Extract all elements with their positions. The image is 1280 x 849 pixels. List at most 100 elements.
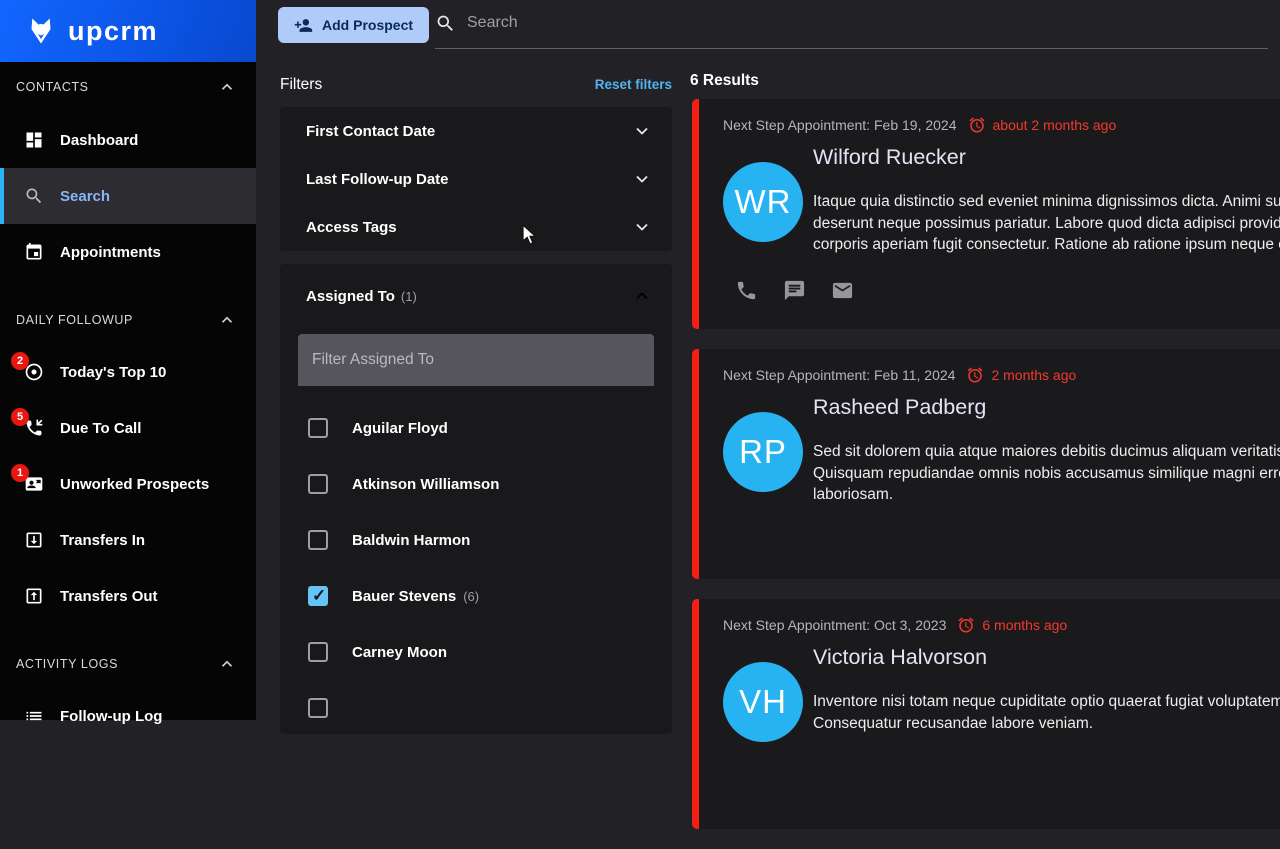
alarm-icon xyxy=(966,366,984,384)
assigned-option-atkinson-williamson[interactable]: Atkinson Williamson xyxy=(280,456,672,512)
sidebar-item-transfers-out[interactable]: Transfers Out xyxy=(0,568,256,624)
phone-icon xyxy=(735,279,758,302)
filter-accordion-first-contact-date[interactable]: First Contact Date xyxy=(280,107,672,155)
email-icon[interactable] xyxy=(831,279,854,302)
sidebar-item-transfers-in[interactable]: Transfers In xyxy=(0,512,256,568)
option-name: Baldwin Harmon xyxy=(352,532,470,549)
alarm-icon xyxy=(957,616,975,634)
sidebar-item-label: Transfers In xyxy=(60,532,145,549)
search-icon xyxy=(24,186,44,206)
assigned-option-baldwin-harmon[interactable]: Baldwin Harmon xyxy=(280,512,672,568)
brand-header: upcrm xyxy=(0,0,256,62)
accordion-label: Last Follow-up Date xyxy=(306,171,632,188)
prospect-notes: Sed sit dolorem quia atque maiores debit… xyxy=(813,441,1280,506)
checkbox[interactable] xyxy=(308,474,328,494)
prospect-notes: Inventore nisi totam neque cupiditate op… xyxy=(813,691,1280,734)
dashboard-icon xyxy=(24,130,44,150)
next-step-appointment: Next Step Appointment: Oct 3, 2023 xyxy=(723,617,946,633)
alarm-icon xyxy=(968,116,986,134)
chevron-down-icon xyxy=(632,121,652,141)
search-icon xyxy=(24,186,44,206)
prospect-name[interactable]: Victoria Halvorson xyxy=(813,645,987,670)
sidebar-item-label: Follow-up Log xyxy=(60,708,162,725)
avatar: RP xyxy=(723,412,803,492)
checkbox[interactable] xyxy=(308,418,328,438)
call-icon[interactable] xyxy=(735,279,758,302)
prospect-notes: Itaque quia distinctio sed eveniet minim… xyxy=(813,191,1280,256)
next-step-appointment: Next Step Appointment: Feb 11, 2024 xyxy=(723,367,955,383)
checkbox[interactable] xyxy=(308,530,328,550)
sidebar-item-follow-up-log[interactable]: Follow-up Log xyxy=(0,688,256,744)
option-name: Atkinson Williamson xyxy=(352,476,499,493)
add-prospect-button[interactable]: Add Prospect xyxy=(278,7,429,43)
calendar-icon xyxy=(24,242,44,262)
checked-checkbox[interactable] xyxy=(308,586,328,606)
assigned-to-label: Assigned To xyxy=(306,288,395,305)
prospect-card[interactable]: Next Step Appointment: Feb 19, 2024 abou… xyxy=(692,99,1280,329)
search-input[interactable] xyxy=(435,10,1268,49)
checkbox[interactable] xyxy=(308,698,328,718)
sidebar-item-appointments[interactable]: Appointments xyxy=(0,224,256,280)
count-badge: 2 xyxy=(11,352,29,370)
overdue-label: 2 months ago xyxy=(991,367,1076,383)
search-icon xyxy=(435,13,456,34)
sidebar-item-unworked-prospects[interactable]: 1 Unworked Prospects xyxy=(0,456,256,512)
assigned-to-header[interactable]: Assigned To (1) xyxy=(280,264,672,328)
chevron-up-icon xyxy=(218,655,236,673)
transfer-in-icon xyxy=(24,530,44,550)
filter-accordion-last-follow-up-date[interactable]: Last Follow-up Date xyxy=(280,155,672,203)
sidebar-item-dashboard[interactable]: Dashboard xyxy=(0,112,256,168)
sidebar-item-label: Today's Top 10 xyxy=(60,364,166,381)
sidebar-item-today-s-top-10[interactable]: 2 Today's Top 10 xyxy=(0,344,256,400)
sidebar-item-label: Due To Call xyxy=(60,420,141,437)
wolf-logo-icon xyxy=(26,16,56,46)
section-label: CONTACTS xyxy=(16,80,218,94)
sms-icon xyxy=(783,279,806,302)
overdue-label: about 2 months ago xyxy=(993,117,1117,133)
count-badge: 1 xyxy=(11,464,29,482)
brand-wordmark: upcrm xyxy=(68,16,158,47)
sms-icon[interactable] xyxy=(783,279,806,302)
option-count: (6) xyxy=(463,589,479,604)
prospect-card[interactable]: Next Step Appointment: Feb 11, 2024 2 mo… xyxy=(692,349,1280,579)
option-name: Bauer Stevens xyxy=(352,588,456,605)
prospect-card[interactable]: Next Step Appointment: Oct 3, 2023 6 mon… xyxy=(692,599,1280,829)
sidebar-nav: CONTACTS Dashboard Search Appointments D… xyxy=(0,62,256,744)
sidebar: upcrm CONTACTS Dashboard Search Appointm… xyxy=(0,0,256,720)
person-add-icon xyxy=(294,16,313,35)
avatar: WR xyxy=(723,162,803,242)
section-header-contacts[interactable]: CONTACTS xyxy=(0,62,256,112)
dashboard-icon xyxy=(24,130,44,150)
count-badge: 5 xyxy=(11,408,29,426)
option-name: Aguilar Floyd xyxy=(352,420,448,437)
assigned-option-carney-moon[interactable]: Carney Moon xyxy=(280,624,672,680)
assigned-option-aguilar-floyd[interactable]: Aguilar Floyd xyxy=(280,400,672,456)
overdue-label: 6 months ago xyxy=(982,617,1067,633)
results-count: 6 Results xyxy=(688,62,1280,99)
checkbox[interactable] xyxy=(308,642,328,662)
chevron-up-icon xyxy=(632,286,652,306)
section-header-activity-logs[interactable]: ACTIVITY LOGS xyxy=(0,640,256,688)
chevron-up-icon xyxy=(218,311,236,329)
results-panel: 6 Results Next Step Appointment: Feb 19,… xyxy=(688,62,1280,849)
prospect-name[interactable]: Wilford Ruecker xyxy=(813,145,966,170)
assigned-option[interactable] xyxy=(280,680,672,736)
alarm-icon xyxy=(966,366,984,384)
add-prospect-label: Add Prospect xyxy=(322,17,413,33)
alarm-icon xyxy=(968,116,986,134)
filter-accordion-access-tags[interactable]: Access Tags xyxy=(280,203,672,251)
assigned-option-bauer-stevens[interactable]: Bauer Stevens (6) xyxy=(280,568,672,624)
list-icon xyxy=(24,706,44,726)
filters-panel: Filters Reset filters First Contact Date… xyxy=(280,62,672,747)
sidebar-item-search[interactable]: Search xyxy=(0,168,256,224)
reset-filters-link[interactable]: Reset filters xyxy=(595,77,672,92)
option-name: Carney Moon xyxy=(352,644,447,661)
section-header-daily-followup[interactable]: DAILY FOLLOWUP xyxy=(0,296,256,344)
next-step-appointment: Next Step Appointment: Feb 19, 2024 xyxy=(723,117,957,133)
accordion-label: First Contact Date xyxy=(306,123,632,140)
prospect-name[interactable]: Rasheed Padberg xyxy=(813,395,986,420)
assigned-to-filter-input[interactable] xyxy=(298,334,654,386)
assigned-to-options: Aguilar Floyd Atkinson Williamson Baldwi… xyxy=(280,400,672,736)
sidebar-item-due-to-call[interactable]: 5 Due To Call xyxy=(0,400,256,456)
section-label: DAILY FOLLOWUP xyxy=(16,313,218,327)
